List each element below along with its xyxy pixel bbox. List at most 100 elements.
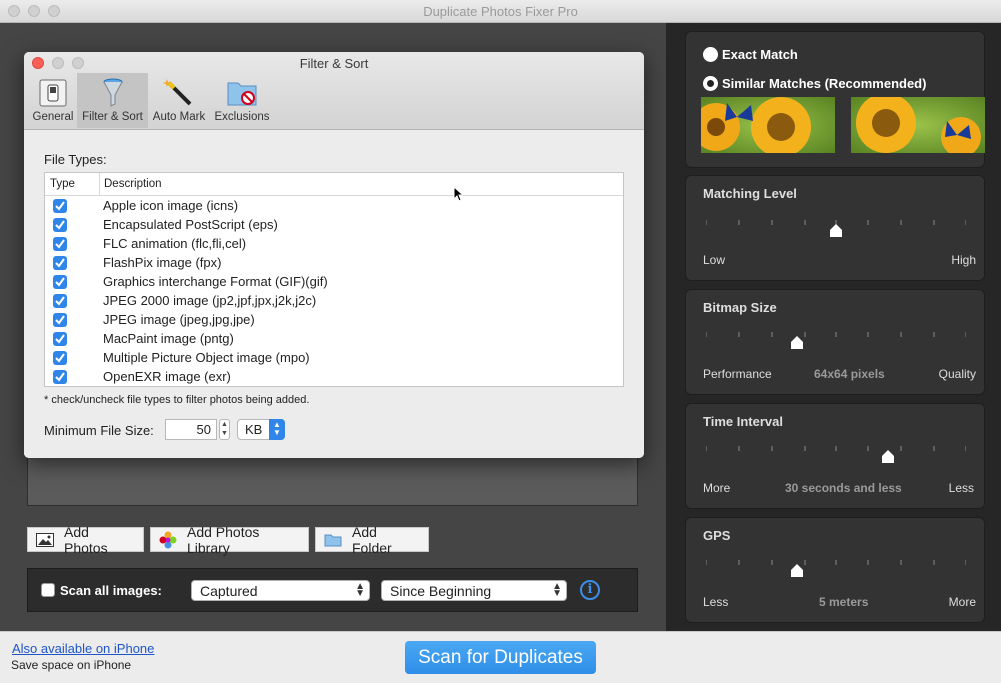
add-photos-button[interactable]: Add Photos (27, 524, 144, 556)
description-column-header[interactable]: Description (104, 178, 162, 190)
date-range-select[interactable]: Since Beginning ▲ ▼ (381, 580, 567, 601)
slider-knob[interactable] (882, 450, 894, 463)
tab-filter-sort[interactable]: Filter & Sort (77, 73, 148, 128)
file-type-description: FlashPix image (fpx) (103, 255, 222, 270)
file-type-description: OpenEXR image (exr) (103, 369, 231, 384)
tab-exclusions[interactable]: Exclusions (211, 73, 273, 128)
funnel-icon (103, 78, 122, 107)
table-row[interactable]: Multiple Picture Object image (mpo) (45, 348, 623, 367)
add-folder-button[interactable]: Add Folder (315, 524, 429, 556)
matching-level-high: High (951, 253, 976, 267)
file-type-checkbox[interactable] (53, 256, 67, 270)
iphone-subtext: Save space on iPhone (11, 658, 132, 672)
slider-knob[interactable] (791, 564, 803, 577)
bitmap-size-title: Bitmap Size (703, 300, 777, 315)
checkmark-icon (55, 296, 65, 306)
checkmark-icon (55, 277, 65, 287)
file-type-checkbox[interactable] (53, 237, 67, 251)
gps-title: GPS (703, 528, 731, 543)
time-interval-slider[interactable] (706, 446, 966, 463)
slider-knob[interactable] (791, 336, 803, 349)
scan-all-label: Scan all images: (60, 583, 162, 598)
exact-match-radio[interactable] (703, 47, 718, 62)
file-type-description: MacPaint image (pntg) (103, 331, 234, 346)
file-type-checkbox[interactable] (53, 275, 67, 289)
select-arrows-icon: ▲ ▼ (269, 419, 285, 440)
similar-match-radio[interactable] (703, 76, 718, 91)
dialog-title: Filter & Sort (299, 56, 369, 71)
tab-label: Exclusions (214, 111, 270, 123)
table-row[interactable]: Encapsulated PostScript (eps) (45, 215, 623, 234)
switch-icon (39, 79, 67, 107)
bitmap-size-slider[interactable] (706, 332, 966, 349)
slider-ticks (706, 446, 966, 451)
select-arrows-icon: ▲ ▼ (355, 581, 365, 599)
table-row[interactable]: MacPaint image (pntg) (45, 329, 623, 348)
table-row[interactable]: FlashPix image (fpx) (45, 253, 623, 272)
table-row[interactable]: Apple icon image (icns) (45, 196, 623, 215)
table-row[interactable]: Graphics interchange Format (GIF)(gif) (45, 272, 623, 291)
table-row[interactable]: FLC animation (flc,fli,cel) (45, 234, 623, 253)
unit-value: KB (245, 422, 263, 437)
footer-bar: Also available on iPhone Save space on i… (0, 631, 1001, 683)
folder-icon (324, 534, 342, 546)
table-row[interactable]: JPEG 2000 image (jp2,jpf,jpx,j2k,j2c) (45, 291, 623, 310)
checkmark-icon (55, 372, 65, 382)
time-interval-value: 30 seconds and less (785, 481, 902, 495)
file-type-checkbox[interactable] (53, 351, 67, 365)
add-photos-label: Add Photos (64, 523, 108, 556)
bitmap-size-box: Bitmap Size Performance 64x64 pixels Qua… (685, 289, 985, 395)
window-titlebar: Duplicate Photos Fixer Pro (0, 0, 1001, 23)
file-types-note: * check/uncheck file types to filter pho… (44, 394, 310, 406)
file-type-description: Encapsulated PostScript (eps) (103, 217, 278, 232)
checkmark-icon (55, 353, 65, 363)
tab-general[interactable]: General (30, 73, 76, 128)
gps-low: Less (703, 595, 729, 609)
gps-slider[interactable] (706, 560, 966, 577)
scan-all-checkbox[interactable] (41, 583, 55, 597)
bitmap-size-low: Performance (703, 367, 772, 381)
similar-match-label: Similar Matches (Recommended) (722, 76, 927, 91)
add-folder-label: Add Folder (352, 523, 392, 556)
type-column-header[interactable]: Type (50, 178, 75, 190)
file-type-description: JPEG 2000 image (jp2,jpf,jpx,j2k,j2c) (103, 293, 317, 308)
window-title: Duplicate Photos Fixer Pro (423, 4, 578, 19)
file-types-table[interactable]: Type Description Apple icon image (icns)… (44, 172, 624, 387)
tab-label: General (32, 111, 74, 123)
add-photos-library-button[interactable]: Add Photos Library (150, 524, 309, 556)
table-row[interactable]: OpenEXR image (exr) (45, 367, 623, 386)
matching-level-box: Matching Level Low High (685, 175, 985, 281)
file-type-checkbox[interactable] (53, 199, 67, 213)
matching-level-slider[interactable] (706, 220, 966, 237)
slider-knob[interactable] (830, 224, 842, 237)
gps-value: 5 meters (819, 595, 869, 609)
date-type-value: Captured (200, 583, 258, 599)
iphone-link[interactable]: Also available on iPhone (12, 641, 154, 656)
photos-library-icon (159, 531, 177, 548)
info-icon[interactable]: i (580, 580, 600, 600)
date-type-select[interactable]: Captured ▲ ▼ (191, 580, 370, 601)
time-interval-title: Time Interval (703, 414, 783, 429)
file-type-checkbox[interactable] (53, 313, 67, 327)
file-type-checkbox[interactable] (53, 332, 67, 346)
time-interval-high: Less (948, 481, 974, 495)
file-type-checkbox[interactable] (53, 294, 67, 308)
table-row[interactable]: JPEG image (jpeg,jpg,jpe) (45, 310, 623, 329)
sample-image-1 (701, 97, 835, 153)
gps-high: More (948, 595, 976, 609)
min-file-size-input[interactable]: 50 (165, 419, 217, 440)
min-file-size-unit-select[interactable]: KB ▲ ▼ (237, 419, 285, 440)
checkmark-icon (55, 220, 65, 230)
time-interval-box: Time Interval More 30 seconds and less L… (685, 403, 985, 509)
scan-options-bar: Scan all images: Captured ▲ ▼ Since Begin… (27, 568, 638, 612)
checkmark-icon (55, 201, 65, 211)
min-file-size-stepper[interactable]: ▲ ▼ (219, 419, 230, 440)
file-type-description: JPEG image (jpeg,jpg,jpe) (103, 312, 255, 327)
scan-for-duplicates-button[interactable]: Scan for Duplicates (405, 641, 596, 674)
tab-label: Filter & Sort (82, 111, 143, 123)
date-range-value: Since Beginning (390, 583, 492, 599)
file-type-checkbox[interactable] (53, 218, 67, 232)
tab-auto-mark[interactable]: Auto Mark (148, 73, 210, 128)
filter-sort-dialog: Filter & Sort General Filter & Sort Auto… (24, 52, 644, 458)
file-type-checkbox[interactable] (53, 370, 67, 384)
